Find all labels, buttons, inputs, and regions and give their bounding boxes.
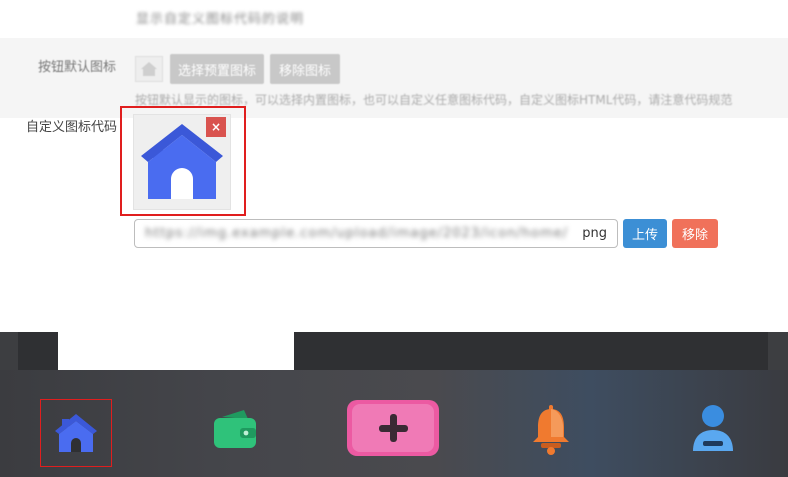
tab-home[interactable] <box>40 399 112 467</box>
default-icon-preview <box>135 56 163 82</box>
wallet-icon <box>214 410 256 448</box>
remove-icon-button[interactable]: 移除图标 <box>270 54 340 84</box>
top-description-text: 显示自定义图标代码的说明 <box>136 12 305 27</box>
custom-icon-label: 自定义图标代码 <box>26 120 118 135</box>
home-outline-icon <box>141 62 157 76</box>
home-icon <box>55 414 97 452</box>
add-icon <box>347 400 439 456</box>
tab-profile[interactable] <box>682 398 744 458</box>
preview-content-panel <box>58 332 294 372</box>
preview-left-strip <box>0 332 18 372</box>
choose-preset-icon-button[interactable]: 选择预置图标 <box>170 54 264 84</box>
preview-right-strip <box>768 332 788 372</box>
tab-notifications[interactable] <box>520 400 582 458</box>
icon-url-input[interactable]: https://img.example.com/upload/image/202… <box>134 219 618 248</box>
tab-add[interactable] <box>346 398 440 458</box>
bell-icon <box>533 405 569 455</box>
user-icon <box>693 405 733 451</box>
highlight-frame <box>120 106 246 216</box>
icon-url-extension: png <box>582 226 607 241</box>
delete-button[interactable]: 移除 <box>672 219 718 248</box>
tab-wallet[interactable] <box>204 400 266 458</box>
icon-url-prefix: https://img.example.com/upload/image/202… <box>145 226 569 241</box>
button-icon-label: 按钮默认图标 <box>38 60 117 75</box>
upload-button[interactable]: 上传 <box>623 219 667 248</box>
